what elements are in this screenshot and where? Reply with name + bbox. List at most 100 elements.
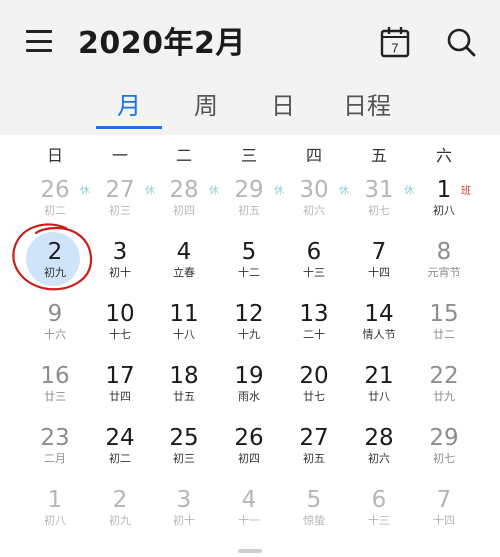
day-cell[interactable]: 7 十四 xyxy=(411,486,477,542)
menu-icon[interactable] xyxy=(26,30,52,52)
lunar-date: 初七 xyxy=(368,204,390,217)
day-cell[interactable]: 13 二十 xyxy=(281,300,347,356)
weekday-sat: 六 xyxy=(435,146,452,165)
day-number: 30 xyxy=(299,177,329,203)
day-cell[interactable]: 20 廿七 xyxy=(281,362,347,418)
day-number: 25 xyxy=(169,425,199,451)
lunar-date: 初八 xyxy=(433,204,455,217)
workday-badge: 班 xyxy=(461,186,471,197)
day-cell[interactable]: 26 初二休 xyxy=(22,176,90,232)
day-number: 29 xyxy=(429,425,459,451)
day-cell-selected[interactable]: 2 初九 xyxy=(22,238,88,294)
day-cell[interactable]: 3 初十 xyxy=(87,238,153,294)
lunar-date: 十六 xyxy=(44,328,66,341)
day-cell[interactable]: 6 十三 xyxy=(281,238,347,294)
day-number: 28 xyxy=(169,177,199,203)
app-header: 2020年2月 7 月 周 日 日程 xyxy=(0,0,500,135)
day-cell[interactable]: 4 十一 xyxy=(216,486,282,542)
day-cell[interactable]: 25 初三 xyxy=(151,424,217,480)
day-cell[interactable]: 12 十九 xyxy=(216,300,282,356)
day-cell[interactable]: 7 十四 xyxy=(346,238,412,294)
today-icon-day: 7 xyxy=(391,41,398,56)
view-tabs: 月 周 日 日程 xyxy=(0,86,500,132)
day-cell[interactable]: 29 初七 xyxy=(411,424,477,480)
lunar-date: 十八 xyxy=(173,328,195,341)
day-cell[interactable]: 2 初九 xyxy=(87,486,153,542)
day-number: 5 xyxy=(306,487,322,513)
lunar-date: 十四 xyxy=(433,514,455,527)
day-cell[interactable]: 5 惊蛰 xyxy=(281,486,347,542)
lunar-date: 初二 xyxy=(109,452,131,465)
lunar-date: 初九 xyxy=(109,514,131,527)
tab-day[interactable]: 日 xyxy=(248,86,318,121)
day-cell[interactable]: 23 二月 xyxy=(22,424,88,480)
lunar-date: 初二 xyxy=(44,204,66,217)
day-number: 19 xyxy=(234,363,264,389)
day-cell[interactable]: 31 初七休 xyxy=(346,176,414,232)
lunar-date: 初六 xyxy=(368,452,390,465)
day-number: 9 xyxy=(47,301,63,327)
search-icon[interactable] xyxy=(444,25,478,59)
day-cell[interactable]: 27 初五 xyxy=(281,424,347,480)
lunar-date: 初四 xyxy=(173,204,195,217)
tab-month[interactable]: 月 xyxy=(94,86,164,121)
lunar-date: 情人节 xyxy=(362,328,396,341)
day-cell[interactable]: 10 十七 xyxy=(87,300,153,356)
day-number: 14 xyxy=(364,301,394,327)
day-cell[interactable]: 5 十二 xyxy=(216,238,282,294)
lunar-date: 初七 xyxy=(433,452,455,465)
lunar-date: 二月 xyxy=(44,452,66,465)
lunar-date: 十七 xyxy=(109,328,131,341)
day-number: 18 xyxy=(169,363,199,389)
day-cell[interactable]: 14 情人节 xyxy=(346,300,412,356)
lunar-date: 惊蛰 xyxy=(303,514,325,527)
day-cell[interactable]: 4 立春 xyxy=(151,238,217,294)
tab-agenda[interactable]: 日程 xyxy=(332,86,402,121)
drag-handle[interactable] xyxy=(238,549,262,553)
day-cell[interactable]: 22 廿九 xyxy=(411,362,477,418)
day-cell[interactable]: 8 元宵节 xyxy=(411,238,477,294)
day-cell[interactable]: 15 廿二 xyxy=(411,300,477,356)
day-number: 3 xyxy=(112,239,128,265)
day-cell[interactable]: 29 初五休 xyxy=(216,176,284,232)
day-cell[interactable]: 28 初六 xyxy=(346,424,412,480)
day-cell[interactable]: 21 廿八 xyxy=(346,362,412,418)
lunar-date: 初八 xyxy=(44,514,66,527)
active-tab-indicator xyxy=(96,126,162,129)
day-number: 6 xyxy=(306,239,322,265)
day-number: 2 xyxy=(112,487,128,513)
day-cell[interactable]: 28 初四休 xyxy=(151,176,219,232)
weekday-header: 日 一 二 三 四 五 六 xyxy=(0,142,500,166)
day-cell[interactable]: 16 廿三 xyxy=(22,362,88,418)
today-calendar-icon[interactable]: 7 xyxy=(378,25,412,59)
tab-week[interactable]: 周 xyxy=(171,86,241,121)
day-cell[interactable]: 26 初四 xyxy=(216,424,282,480)
day-number: 27 xyxy=(299,425,329,451)
day-cell[interactable]: 17 廿四 xyxy=(87,362,153,418)
day-cell[interactable]: 1 初八班 xyxy=(411,176,477,232)
lunar-date: 十九 xyxy=(238,328,260,341)
day-cell[interactable]: 11 十八 xyxy=(151,300,217,356)
weekday-tue: 二 xyxy=(175,146,192,165)
lunar-date: 元宵节 xyxy=(427,266,461,279)
day-number: 28 xyxy=(364,425,394,451)
day-number: 23 xyxy=(40,425,70,451)
day-cell[interactable]: 19 雨水 xyxy=(216,362,282,418)
day-cell[interactable]: 1 初八 xyxy=(22,486,88,542)
day-number: 17 xyxy=(105,363,135,389)
day-cell[interactable]: 6 十三 xyxy=(346,486,412,542)
day-number: 13 xyxy=(299,301,329,327)
day-cell[interactable]: 30 初六休 xyxy=(281,176,349,232)
day-cell[interactable]: 9 十六 xyxy=(22,300,88,356)
day-number: 20 xyxy=(299,363,329,389)
day-number: 4 xyxy=(241,487,257,513)
day-number: 10 xyxy=(105,301,135,327)
day-cell[interactable]: 3 初十 xyxy=(151,486,217,542)
day-cell[interactable]: 24 初二 xyxy=(87,424,153,480)
day-number: 26 xyxy=(40,177,70,203)
day-number: 8 xyxy=(436,239,452,265)
day-cell[interactable]: 18 廿五 xyxy=(151,362,217,418)
day-cell[interactable]: 27 初三休 xyxy=(87,176,155,232)
day-number: 7 xyxy=(436,487,452,513)
day-number: 3 xyxy=(176,487,192,513)
